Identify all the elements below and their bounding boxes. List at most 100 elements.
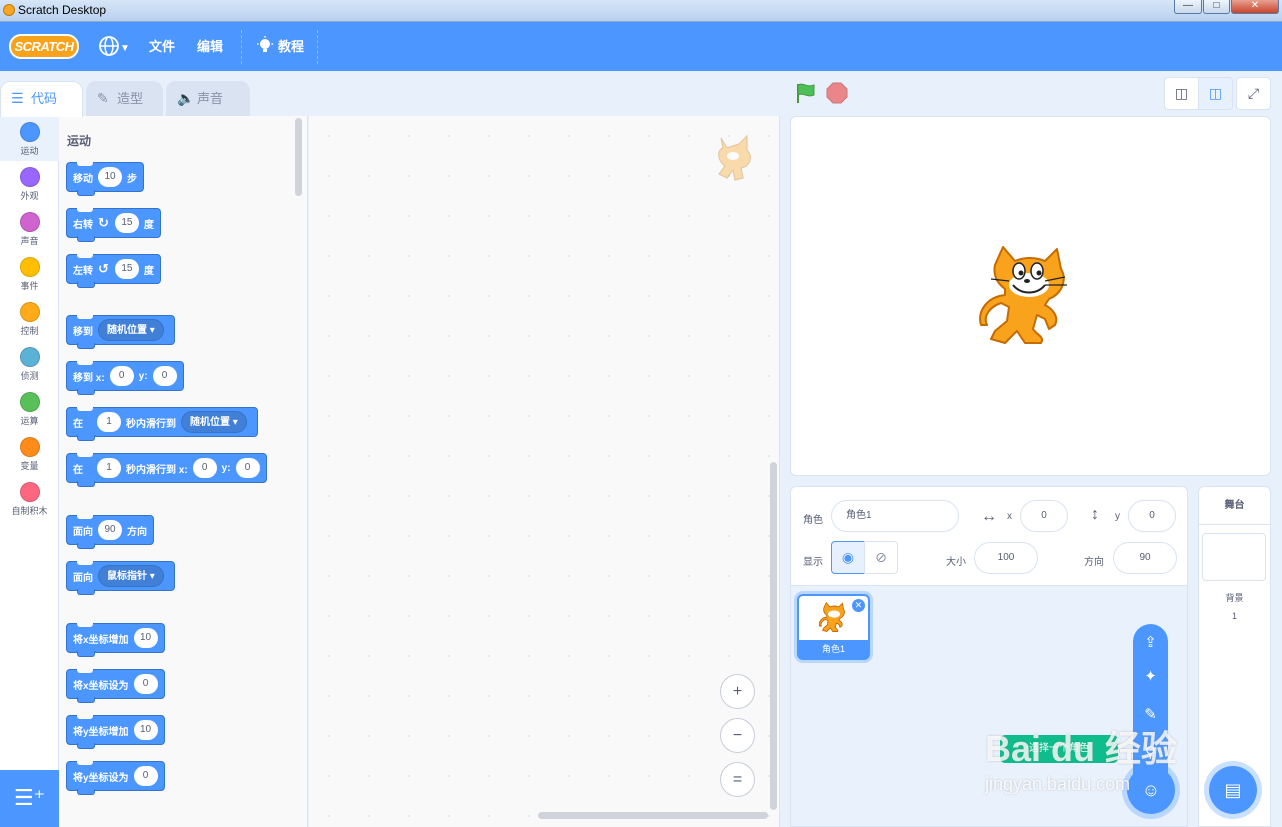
seconds-input[interactable]: 1 bbox=[97, 458, 121, 478]
paint-sprite-button[interactable]: ✎ bbox=[1133, 696, 1168, 734]
target-dropdown[interactable]: 随机位置 bbox=[98, 319, 164, 341]
cat-sprite[interactable] bbox=[979, 245, 1079, 351]
block-point-in-direction[interactable]: 面向 90 方向 bbox=[66, 515, 154, 549]
tab-sounds[interactable]: 🔈 声音 bbox=[166, 81, 250, 116]
y-input[interactable]: 0 bbox=[152, 366, 177, 386]
zoom-reset-button[interactable]: = bbox=[720, 762, 755, 797]
steps-input[interactable]: 10 bbox=[98, 167, 122, 187]
block-text: 方向 bbox=[127, 526, 147, 538]
show-sprite-toggle[interactable]: ◉ bbox=[831, 541, 865, 574]
tutorials-menu[interactable]: 教程 bbox=[256, 22, 304, 71]
tab-code[interactable]: ☰ 代码 bbox=[0, 81, 83, 117]
hide-sprite-toggle[interactable]: ⊘ bbox=[864, 541, 898, 574]
fullscreen-button[interactable]: ⤢ bbox=[1236, 77, 1271, 110]
tab-costumes[interactable]: ✎ 造型 bbox=[86, 81, 163, 116]
category-control[interactable]: 控制 bbox=[0, 296, 59, 341]
choose-sprite-button[interactable]: ☺ bbox=[1127, 766, 1175, 814]
direction-input[interactable]: 90 bbox=[98, 520, 122, 540]
y-change-input[interactable]: 10 bbox=[133, 720, 158, 740]
code-workspace[interactable] bbox=[309, 116, 780, 827]
seconds-input[interactable]: 1 bbox=[97, 412, 121, 432]
backdrop-thumbnail[interactable] bbox=[1202, 533, 1266, 581]
scratch-logo[interactable]: SCRATCH bbox=[9, 34, 79, 59]
category-label: 声音 bbox=[20, 236, 39, 246]
block-set-x[interactable]: 将x坐标设为 0 bbox=[66, 669, 165, 703]
x-position-input[interactable]: 0 bbox=[1020, 500, 1068, 532]
add-extension-button[interactable]: ☰⁺ bbox=[0, 770, 59, 827]
workspace-horizontal-scrollbar[interactable] bbox=[538, 812, 768, 819]
y-value-input[interactable]: 0 bbox=[133, 766, 158, 786]
category-sound[interactable]: 声音 bbox=[0, 206, 59, 251]
block-set-y[interactable]: 将y坐标设为 0 bbox=[66, 761, 165, 795]
menu-divider bbox=[241, 30, 242, 64]
block-text: 将x坐标增加 bbox=[73, 634, 129, 646]
category-sensing[interactable]: 侦测 bbox=[0, 341, 59, 386]
add-extension-icon: ☰⁺ bbox=[13, 785, 46, 810]
small-stage-button[interactable]: ◫ bbox=[1164, 77, 1199, 110]
file-menu[interactable]: 文件 bbox=[149, 22, 175, 71]
tab-code-label: 代码 bbox=[31, 91, 58, 106]
normal-stage-button[interactable]: ◫ bbox=[1198, 77, 1233, 110]
block-glide-to[interactable]: 在 1 秒内滑行到 随机位置 bbox=[66, 407, 258, 441]
language-menu[interactable]: ▼ bbox=[98, 22, 130, 71]
sprite-tile[interactable]: ✕ 角色1 bbox=[797, 594, 870, 660]
upload-icon: ⇪ bbox=[1144, 634, 1157, 651]
y-input[interactable]: 0 bbox=[235, 458, 260, 478]
close-button[interactable]: ✕ bbox=[1231, 0, 1279, 14]
category-looks[interactable]: 外观 bbox=[0, 161, 59, 206]
x-input[interactable]: 0 bbox=[109, 366, 134, 386]
block-text: y: bbox=[221, 462, 231, 474]
green-flag-icon[interactable] bbox=[795, 82, 817, 104]
category-variables[interactable]: 变量 bbox=[0, 431, 59, 476]
stop-icon[interactable] bbox=[826, 82, 848, 104]
block-point-towards[interactable]: 面向 鼠标指针 bbox=[66, 561, 175, 595]
stage-canvas[interactable] bbox=[790, 116, 1271, 476]
stage-title: 舞台 bbox=[1199, 487, 1270, 525]
zoom-out-button[interactable]: − bbox=[720, 718, 755, 753]
towards-dropdown[interactable]: 鼠标指针 bbox=[98, 565, 164, 587]
minimize-button[interactable]: — bbox=[1174, 0, 1202, 14]
size-input[interactable]: 100 bbox=[974, 542, 1038, 574]
category-operators[interactable]: 运算 bbox=[0, 386, 59, 431]
variables-color-dot bbox=[19, 437, 40, 457]
block-change-y[interactable]: 将y坐标增加 10 bbox=[66, 715, 165, 749]
block-turn-left[interactable]: 左转 ↺ 15 度 bbox=[66, 254, 161, 288]
block-glide-to-xy[interactable]: 在 1 秒内滑行到 x: 0 y: 0 bbox=[66, 453, 267, 487]
degrees-input[interactable]: 15 bbox=[114, 213, 139, 233]
x-value-input[interactable]: 0 bbox=[133, 674, 158, 694]
maximize-button[interactable]: □ bbox=[1203, 0, 1230, 14]
edit-menu[interactable]: 编辑 bbox=[197, 22, 223, 71]
target-dropdown[interactable]: 随机位置 bbox=[181, 411, 247, 433]
category-motion[interactable]: 运动 bbox=[0, 116, 59, 161]
sprite-name-label: 角色 bbox=[803, 515, 823, 526]
delete-sprite-icon[interactable]: ✕ bbox=[852, 599, 865, 612]
app-icon bbox=[3, 4, 15, 16]
upload-sprite-button[interactable]: ⇪ bbox=[1133, 624, 1168, 662]
block-go-to-xy[interactable]: 移到 x: 0 y: 0 bbox=[66, 361, 184, 395]
y-position-input[interactable]: 0 bbox=[1128, 500, 1176, 532]
surprise-sprite-button[interactable]: ✦ bbox=[1133, 658, 1168, 696]
choose-backdrop-button[interactable]: ▤ bbox=[1209, 766, 1257, 814]
x-input[interactable]: 0 bbox=[192, 458, 217, 478]
block-go-to[interactable]: 移到 随机位置 bbox=[66, 315, 175, 349]
category-my-blocks[interactable]: 自制积木 bbox=[0, 476, 59, 521]
sprite-name-input[interactable]: 角色1 bbox=[831, 500, 959, 532]
workspace-vertical-scrollbar[interactable] bbox=[770, 462, 777, 810]
block-text: 将y坐标设为 bbox=[73, 772, 129, 784]
sparkle-icon: ✦ bbox=[1144, 668, 1157, 685]
zoom-in-button[interactable]: + bbox=[720, 674, 755, 709]
degrees-input[interactable]: 15 bbox=[114, 259, 139, 279]
block-move-steps[interactable]: 移动 10 步 bbox=[66, 162, 144, 196]
block-change-x[interactable]: 将x坐标增加 10 bbox=[66, 623, 165, 657]
operators-color-dot bbox=[19, 392, 40, 412]
block-text: 在 bbox=[73, 418, 83, 430]
x-change-input[interactable]: 10 bbox=[133, 628, 158, 648]
paintbrush-icon: ✎ bbox=[1144, 706, 1157, 723]
block-turn-right[interactable]: 右转 ↻ 15 度 bbox=[66, 208, 161, 242]
direction-input[interactable]: 90 bbox=[1113, 542, 1177, 574]
block-text: 面向 bbox=[73, 572, 93, 584]
category-events[interactable]: 事件 bbox=[0, 251, 59, 296]
palette-scrollbar[interactable] bbox=[295, 118, 302, 196]
menu-bar: SCRATCH ▼ 文件 编辑 教程 bbox=[0, 22, 1282, 71]
my-blocks-color-dot bbox=[19, 482, 40, 502]
